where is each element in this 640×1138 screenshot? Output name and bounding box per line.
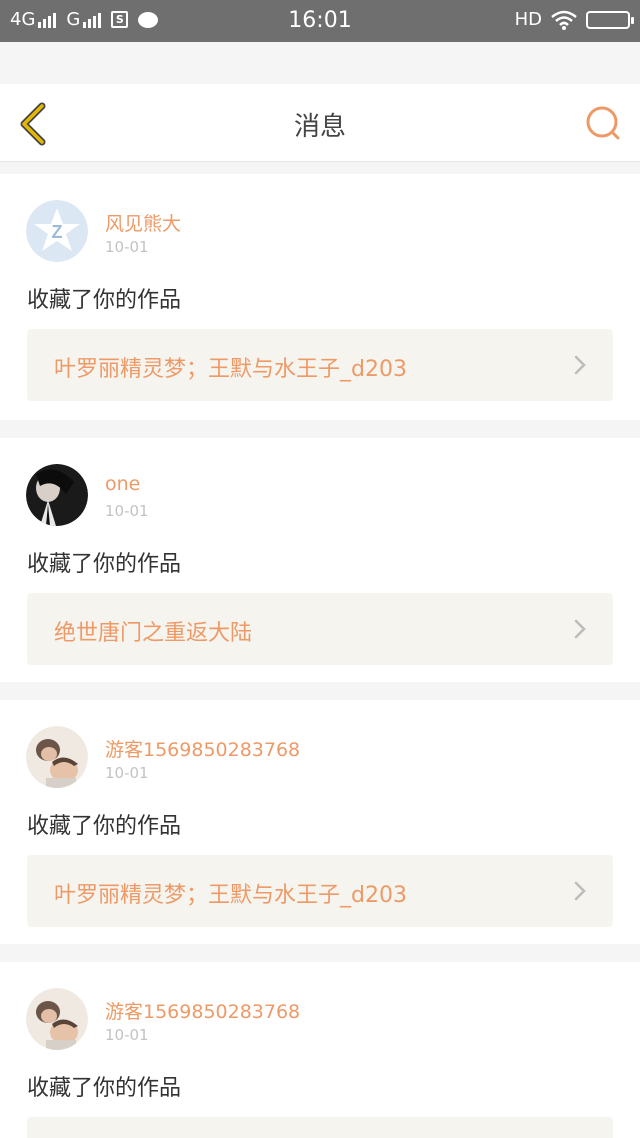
message-date: 10-01 [105,502,149,520]
search-icon [586,106,620,140]
work-title: 绝世唐门之重返大陆 [54,621,253,646]
message-card: 游客1569850283768 10-01 收藏了你的作品 叶罗丽精灵梦；王默与… [0,700,640,944]
chevron-right-icon [574,881,586,901]
avatar[interactable] [26,988,88,1050]
username[interactable]: 游客1569850283768 [105,997,300,1024]
search-button[interactable] [584,104,624,144]
status-bar: 4G G S 16:01 HD [0,0,640,42]
back-button[interactable] [16,102,52,146]
message-action-text: 收藏了你的作品 [27,1076,182,1101]
avatar[interactable]: Z [26,200,88,262]
page-title: 消息 [293,112,346,142]
username[interactable]: one [105,473,140,495]
status-right-group: HD [514,9,634,30]
dark-portrait-avatar-icon [26,464,88,526]
avatar[interactable] [26,464,88,526]
child-photo-avatar-icon [26,988,88,1050]
work-link[interactable] [27,1117,613,1138]
message-date: 10-01 [105,238,149,256]
message-card: Z 风见熊大 10-01 收藏了你的作品 叶罗丽精灵梦；王默与水王子_d203 [0,174,640,420]
hd-label: HD [514,9,542,30]
child-photo-avatar-icon [26,726,88,788]
username[interactable]: 风见熊大 [105,209,181,236]
wifi-icon [551,10,577,30]
work-link[interactable]: 叶罗丽精灵梦；王默与水王子_d203 [27,329,613,401]
qq-default-avatar-icon: Z [26,200,88,262]
message-date: 10-01 [105,1026,149,1044]
work-title: 叶罗丽精灵梦；王默与水王子_d203 [54,357,407,382]
chevron-right-icon [574,619,586,639]
chevron-left-icon [20,102,46,146]
work-title: 叶罗丽精灵梦；王默与水王子_d203 [54,883,407,908]
message-action-text: 收藏了你的作品 [27,288,182,313]
username[interactable]: 游客1569850283768 [105,735,300,762]
message-action-text: 收藏了你的作品 [27,552,182,577]
battery-icon [586,10,634,29]
svg-text:Z: Z [52,222,63,242]
nav-header: 消息 [0,84,640,162]
work-link[interactable]: 叶罗丽精灵梦；王默与水王子_d203 [27,855,613,927]
work-link[interactable]: 绝世唐门之重返大陆 [27,593,613,665]
avatar[interactable] [26,726,88,788]
message-card: 游客1569850283768 10-01 收藏了你的作品 [0,962,640,1138]
chevron-right-icon [574,355,586,375]
message-date: 10-01 [105,764,149,782]
message-card: one 10-01 收藏了你的作品 绝世唐门之重返大陆 [0,438,640,682]
message-action-text: 收藏了你的作品 [27,814,182,839]
